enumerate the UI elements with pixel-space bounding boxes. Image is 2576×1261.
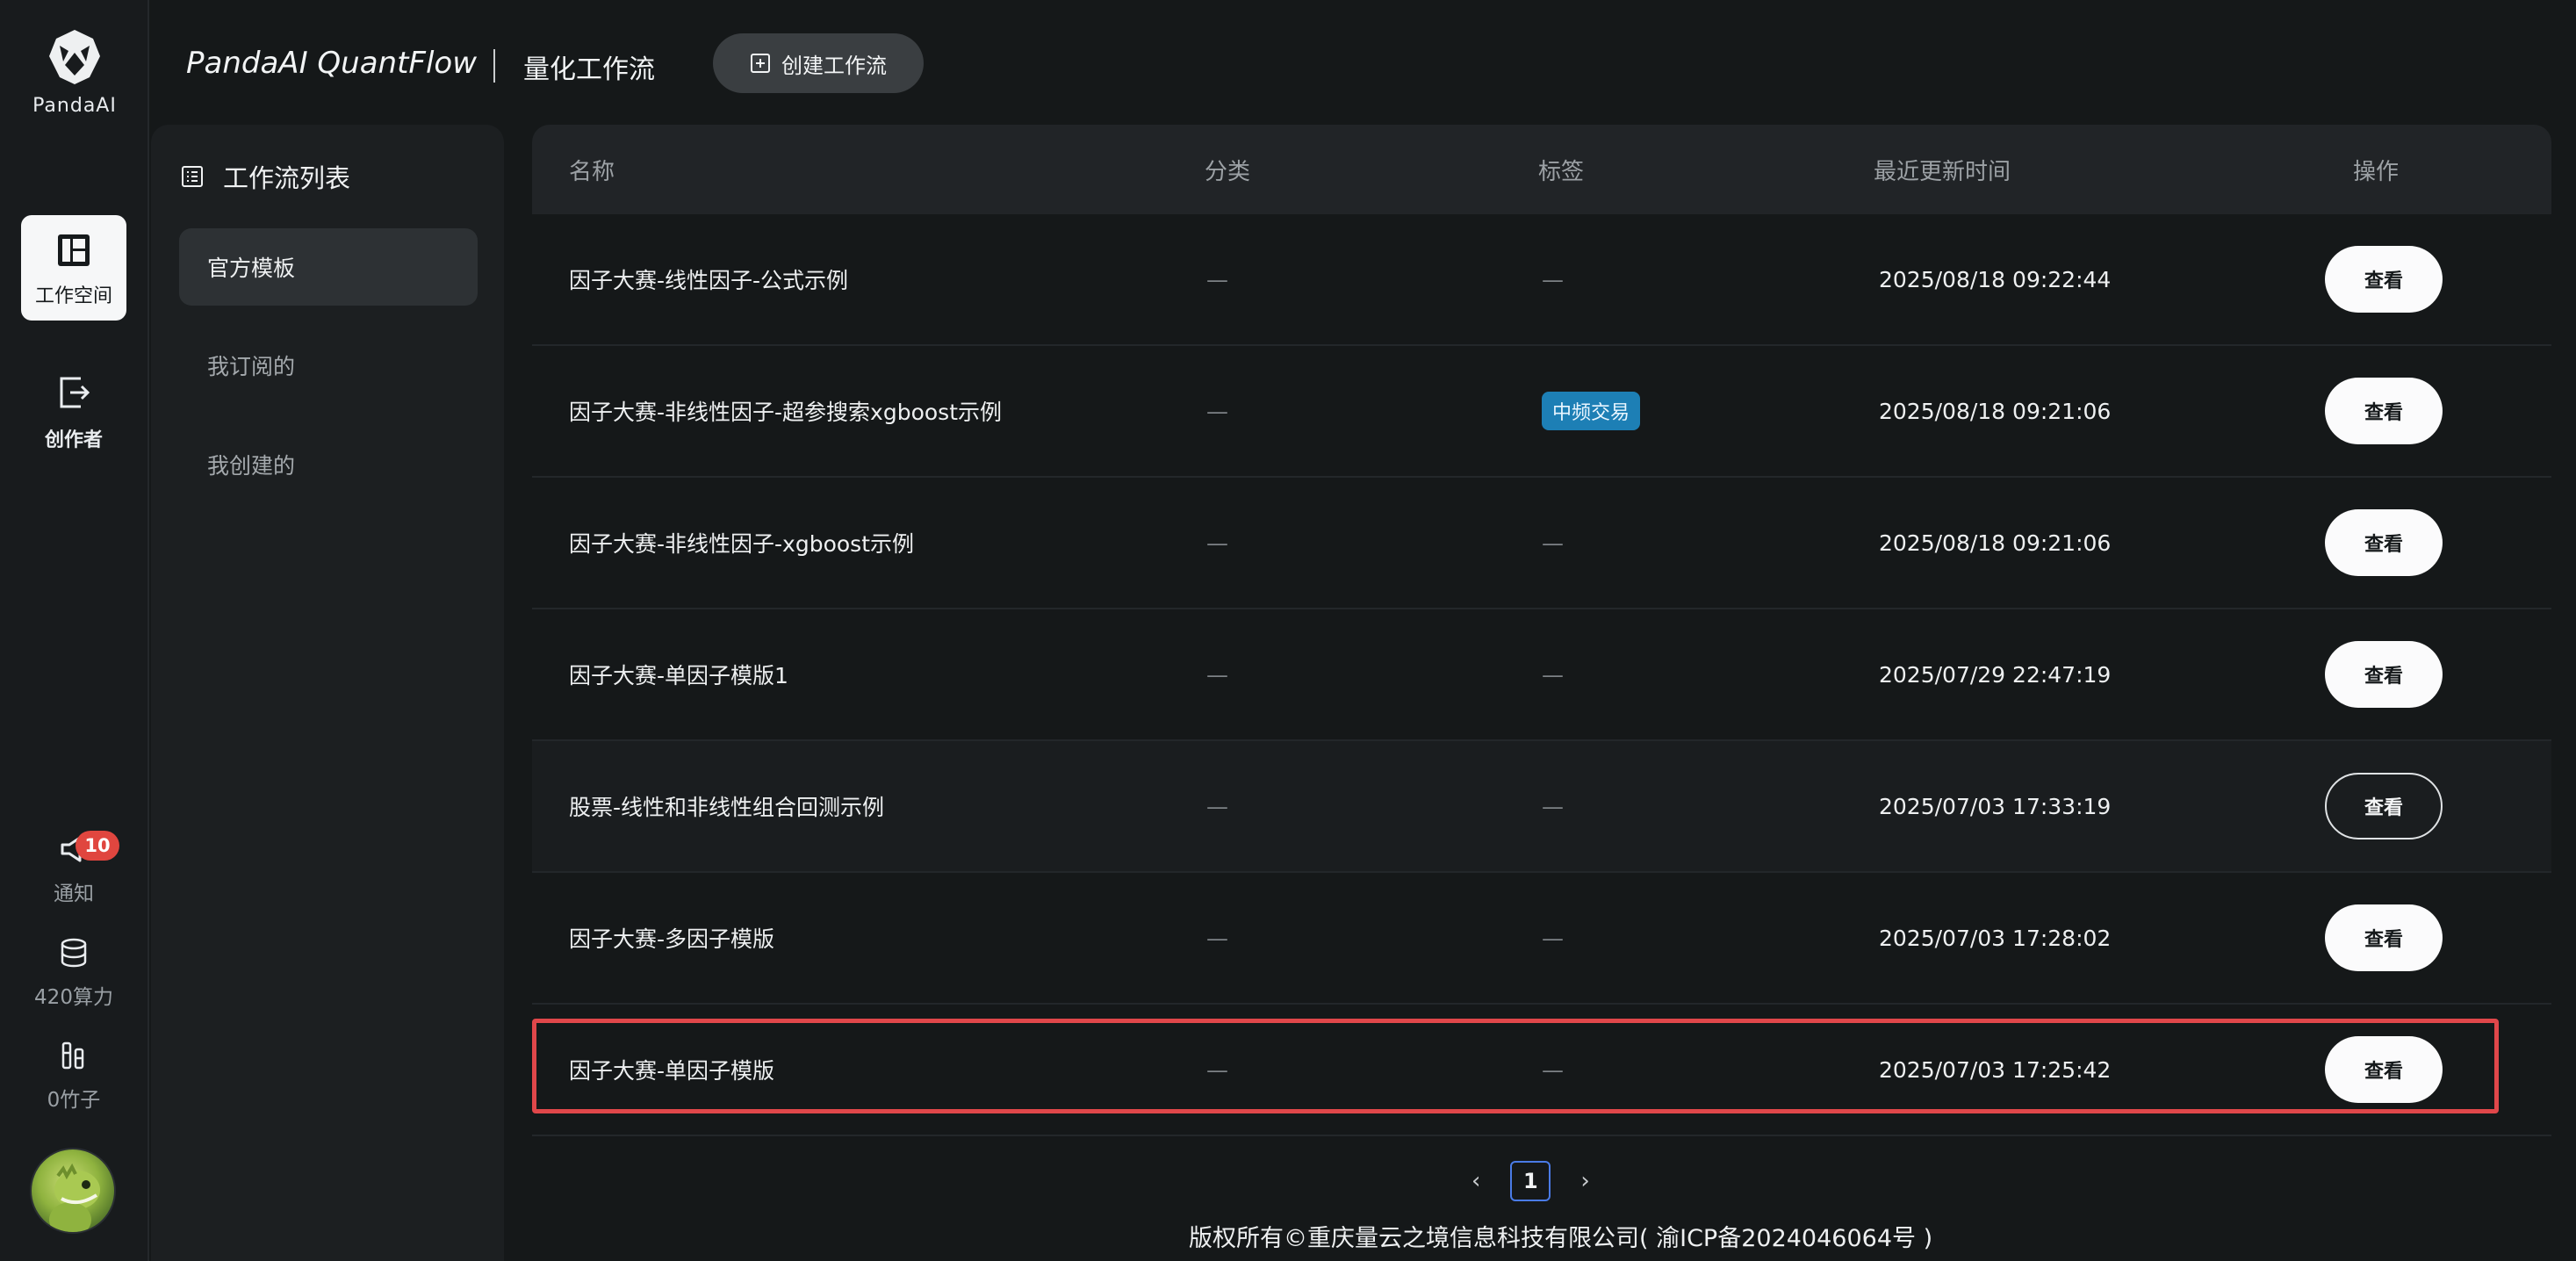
row-tag: —	[1542, 530, 1564, 556]
row-updated: 2025/07/03 17:33:19	[1879, 793, 2112, 819]
table-row[interactable]: 因子大赛-单因子模版1 — — 2025/07/29 22:47:19 查看	[532, 609, 2551, 741]
panda-logo-icon	[49, 30, 100, 84]
list-icon	[182, 166, 203, 187]
rail-creator[interactable]: 创作者	[21, 373, 126, 452]
rail-compute-label: 420算力	[34, 986, 113, 1009]
export-icon	[60, 377, 90, 408]
row-tag: —	[1542, 1056, 1564, 1083]
row-name: 因子大赛-单因子模版1	[569, 663, 788, 688]
panel-title: 工作流列表	[181, 158, 350, 195]
dino-avatar-icon	[49, 1163, 100, 1232]
create-workflow-button[interactable]: 创建工作流	[713, 33, 924, 93]
column-header-category[interactable]: 分类	[1205, 125, 1250, 214]
table-row[interactable]: 因子大赛-线性因子-公式示例 — — 2025/08/18 09:22:44 查…	[532, 214, 2551, 346]
brand-divider	[493, 49, 495, 83]
row-category: —	[1206, 1056, 1228, 1083]
database-icon	[61, 938, 87, 968]
rail-notice-label: 通知	[54, 883, 94, 905]
next-page-button[interactable]: ›	[1580, 1168, 1589, 1194]
row-name: 因子大赛-多因子模版	[569, 926, 775, 952]
row-updated: 2025/07/03 17:28:02	[1879, 925, 2112, 951]
column-header-tag[interactable]: 标签	[1538, 125, 1584, 214]
row-name: 因子大赛-非线性因子-超参搜索xgboost示例	[569, 400, 1002, 425]
brand-title: PandaAI QuantFlow	[186, 46, 478, 81]
view-button[interactable]: 查看	[2325, 904, 2443, 971]
view-button[interactable]: 查看	[2325, 1036, 2443, 1103]
view-button[interactable]: 查看	[2325, 246, 2443, 313]
logo-text: PandaAI	[32, 95, 117, 117]
panel-item-label: 官方模板	[207, 256, 296, 281]
bamboo-icon	[61, 1041, 84, 1070]
rail-workspace[interactable]: 工作空间	[21, 215, 126, 321]
row-category: —	[1206, 530, 1228, 556]
prev-page-button[interactable]: ‹	[1471, 1168, 1480, 1194]
row-tag: —	[1542, 661, 1564, 688]
table-header: 名称 分类 标签 最近更新时间 操作	[532, 125, 2551, 214]
rail-bamboo-label: 0竹子	[47, 1089, 101, 1112]
row-category: —	[1206, 793, 1228, 819]
table-row-hovered[interactable]: 股票-线性和非线性组合回测示例 — — 2025/07/03 17:33:19 …	[532, 741, 2551, 873]
row-tag: —	[1542, 793, 1564, 819]
page-number-current[interactable]: 1	[1510, 1161, 1551, 1201]
row-updated: 2025/07/29 22:47:19	[1879, 661, 2112, 688]
view-button[interactable]: 查看	[2325, 641, 2443, 708]
brand-subtitle: 量化工作流	[523, 54, 655, 85]
row-name: 因子大赛-线性因子-公式示例	[569, 268, 849, 293]
row-name: 股票-线性和非线性组合回测示例	[569, 795, 885, 820]
panel-item-official-templates[interactable]: 官方模板	[179, 228, 478, 306]
panel-item-subscribed[interactable]: 我订阅的	[179, 327, 478, 404]
view-button[interactable]: 查看	[2325, 378, 2443, 444]
column-header-action: 操作	[2353, 158, 2400, 185]
plus-square-icon	[751, 54, 770, 73]
pagination: ‹ 1 ›	[1471, 1161, 1590, 1201]
row-updated: 2025/08/18 09:21:06	[1879, 398, 2112, 424]
row-updated: 2025/08/18 09:22:44	[1879, 266, 2112, 292]
row-name: 因子大赛-单因子模版	[569, 1058, 775, 1084]
panel-item-label: 我订阅的	[207, 354, 296, 379]
row-name: 因子大赛-非线性因子-xgboost示例	[569, 531, 914, 557]
user-avatar[interactable]	[30, 1148, 116, 1234]
row-updated: 2025/07/03 17:25:42	[1879, 1056, 2112, 1083]
row-updated: 2025/08/18 09:21:06	[1879, 530, 2112, 556]
rail-creator-label: 创作者	[44, 429, 103, 451]
row-category: —	[1206, 266, 1228, 292]
row-tag: —	[1542, 925, 1564, 951]
rail-compute[interactable]: 420算力	[21, 938, 126, 1010]
rail-workspace-label: 工作空间	[34, 285, 112, 307]
panel-title-text: 工作流列表	[223, 163, 351, 193]
table-row[interactable]: 因子大赛-单因子模版 — — 2025/07/03 17:25:42 查看	[532, 1005, 2551, 1136]
panel-item-label: 我创建的	[207, 453, 296, 479]
tag-badge: 中频交易	[1542, 392, 1641, 430]
footer-copyright: 版权所有©重庆量云之境信息科技有限公司( 渝ICP备2024046064号 )	[1189, 1225, 1933, 1252]
notice-count-badge: 10	[76, 831, 119, 861]
rail-notice[interactable]: 10 通知	[21, 831, 126, 906]
rail-bamboo[interactable]: 0竹子	[21, 1041, 126, 1113]
table-row[interactable]: 因子大赛-多因子模版 — — 2025/07/03 17:28:02 查看	[532, 873, 2551, 1005]
row-tag: —	[1542, 266, 1564, 292]
row-category: —	[1206, 398, 1228, 424]
table-row[interactable]: 因子大赛-非线性因子-超参搜索xgboost示例 — 中频交易 2025/08/…	[532, 346, 2551, 478]
view-button[interactable]: 查看	[2325, 509, 2443, 576]
row-category: —	[1206, 925, 1228, 951]
panel-item-created[interactable]: 我创建的	[179, 426, 478, 503]
left-rail: PandaAI 工作空间 创作者 10 通知 420算力 0竹子	[0, 0, 149, 1261]
workflow-list-panel: 工作流列表 官方模板 我订阅的 我创建的	[151, 125, 504, 1261]
workflow-table: 名称 分类 标签 最近更新时间 操作 因子大赛-线性因子-公式示例 — — 20…	[532, 125, 2551, 1136]
table-row[interactable]: 因子大赛-非线性因子-xgboost示例 — — 2025/08/18 09:2…	[532, 478, 2551, 609]
column-header-updated[interactable]: 最近更新时间	[1874, 125, 2011, 214]
row-category: —	[1206, 661, 1228, 688]
create-workflow-label: 创建工作流	[781, 53, 887, 78]
column-header-name[interactable]: 名称	[569, 125, 615, 214]
workspace-icon	[58, 234, 90, 266]
view-button[interactable]: 查看	[2325, 773, 2443, 839]
app-logo[interactable]: PandaAI	[0, 26, 149, 117]
